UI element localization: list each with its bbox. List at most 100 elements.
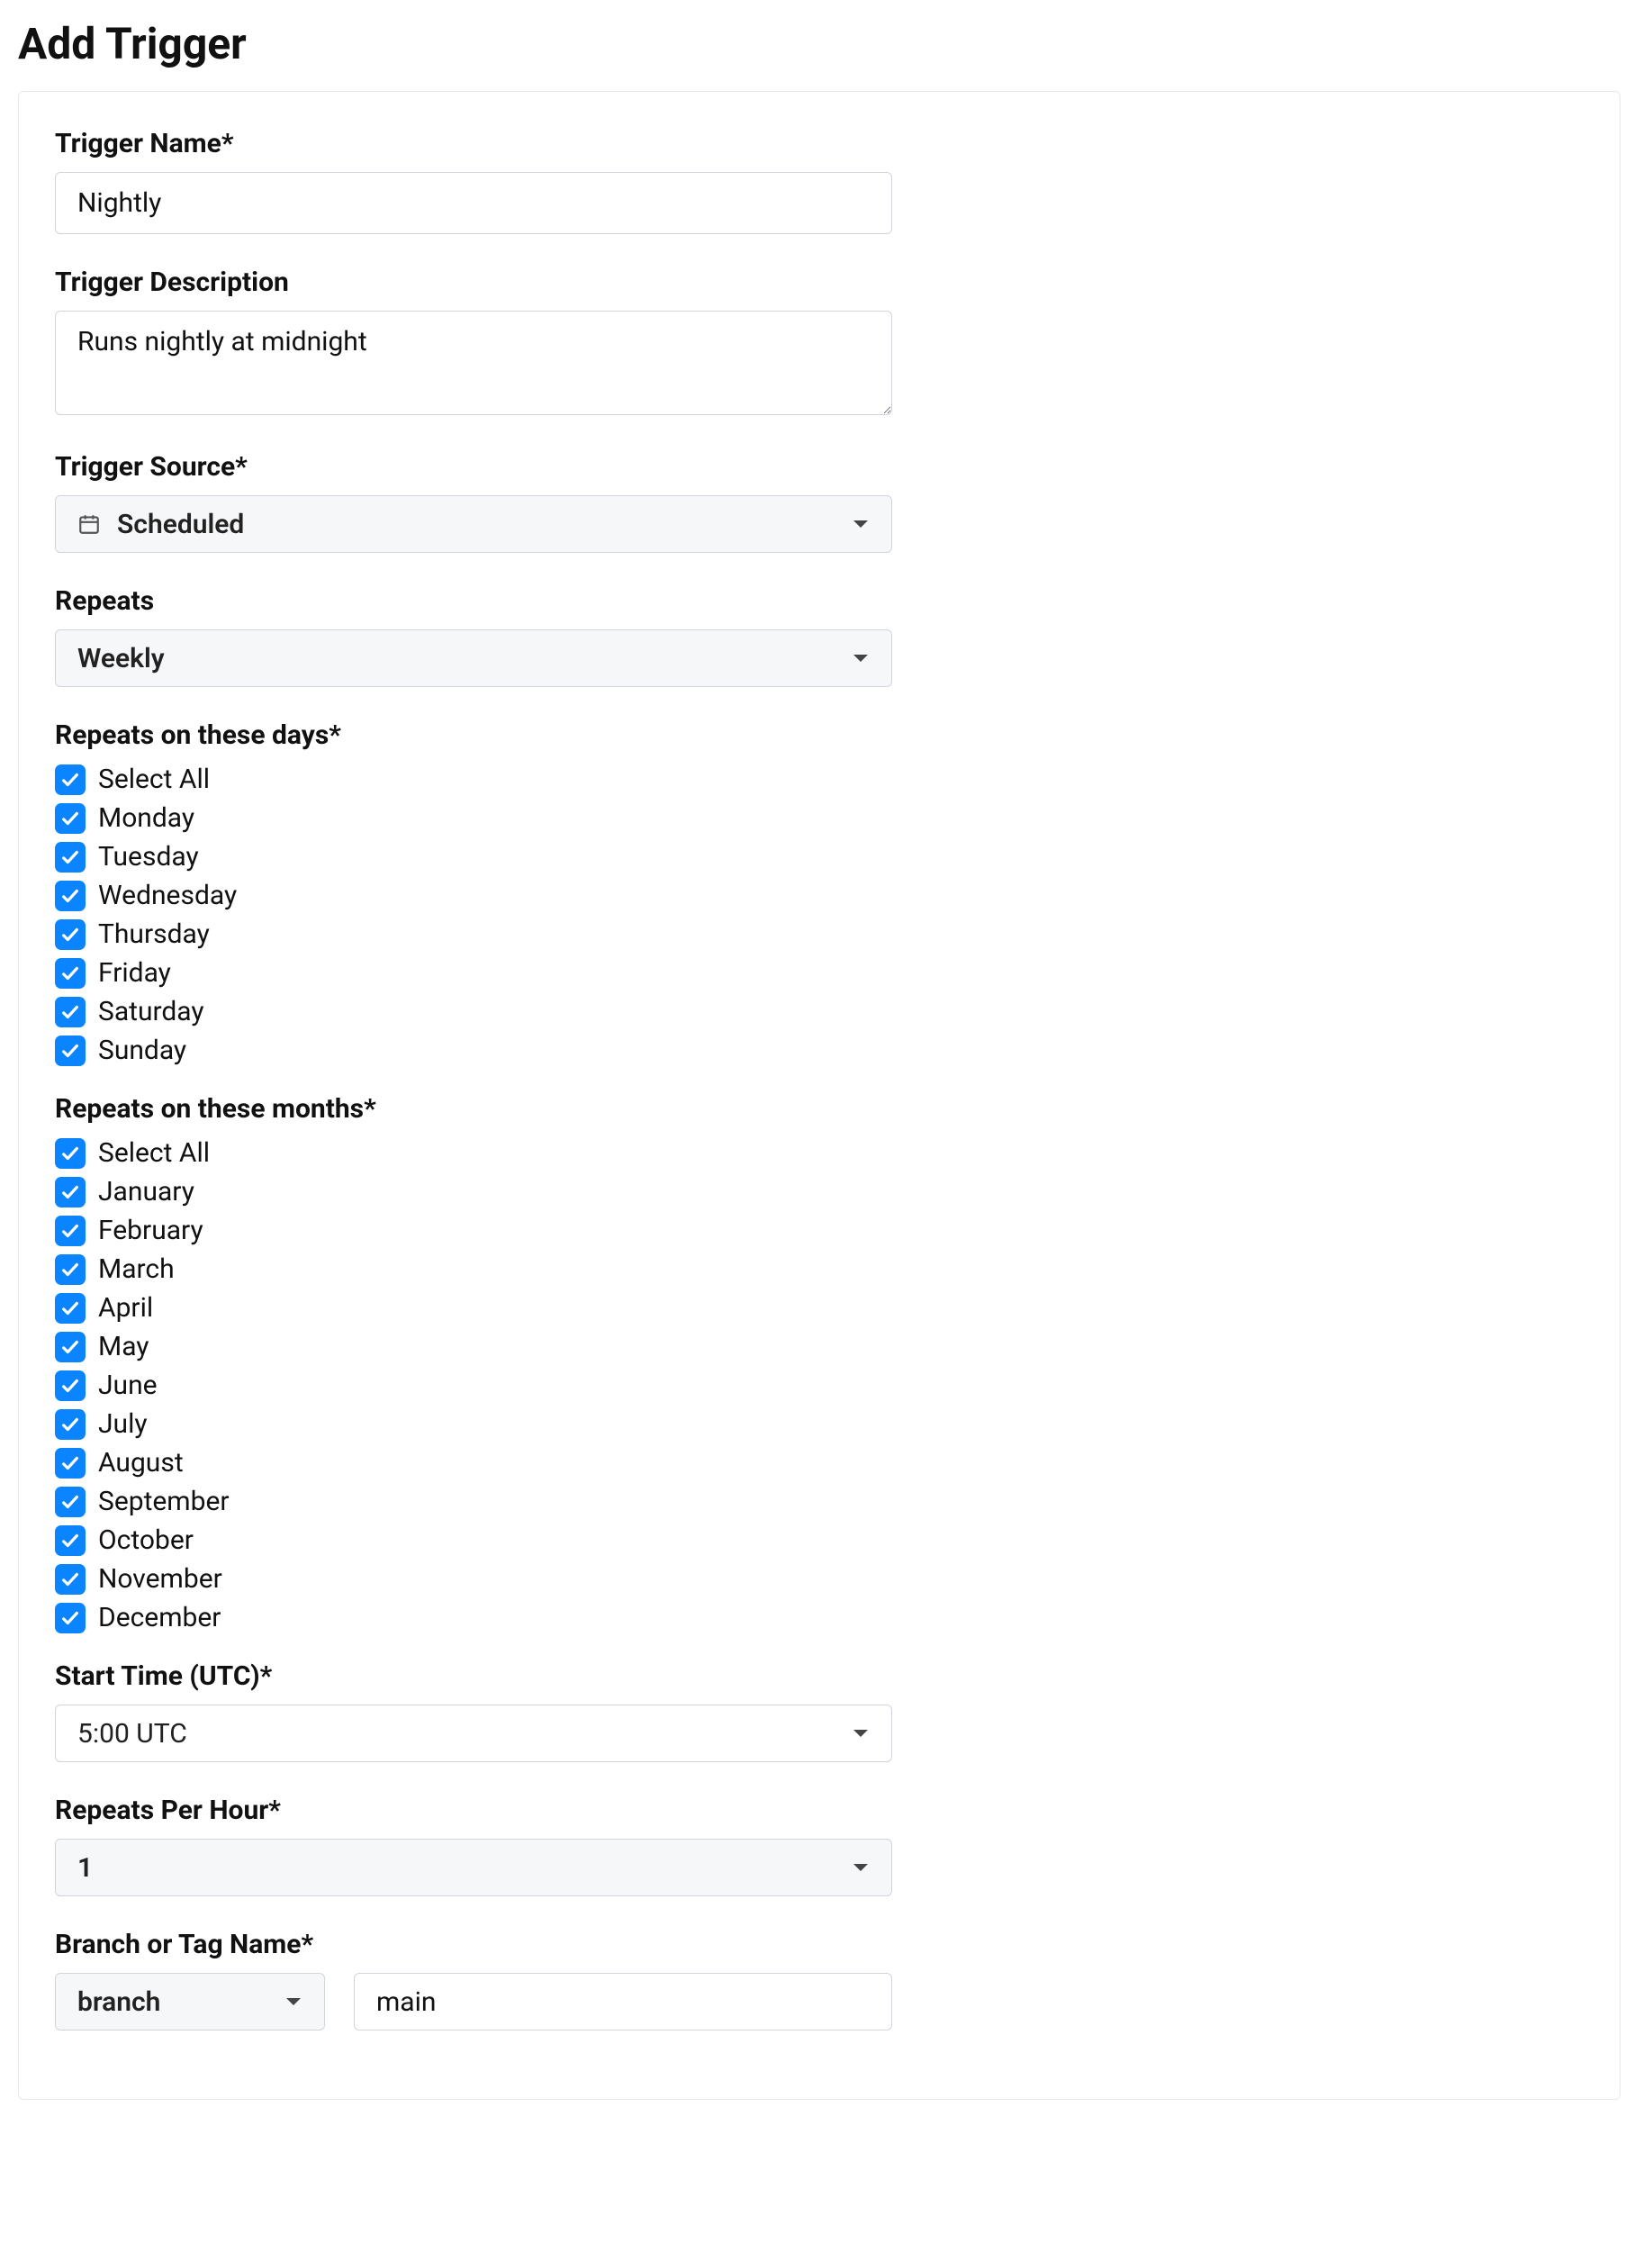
month-checkbox[interactable] [55, 1564, 86, 1595]
start-time-label: Start Time (UTC)* [55, 1660, 1584, 1692]
month-label: November [98, 1563, 222, 1595]
month-row: April [55, 1292, 1584, 1324]
day-row: Monday [55, 802, 1584, 834]
day-checkbox[interactable] [55, 881, 86, 911]
day-checkbox[interactable] [55, 919, 86, 950]
month-row: March [55, 1253, 1584, 1285]
day-row: Wednesday [55, 880, 1584, 911]
day-checkbox[interactable] [55, 842, 86, 873]
trigger-source-group: Trigger Source* Scheduled [55, 451, 1584, 553]
start-time-select[interactable]: 5:00 UTC [55, 1705, 892, 1762]
month-checkbox[interactable] [55, 1216, 86, 1246]
branch-or-tag-label: Branch or Tag Name* [55, 1929, 1584, 1960]
repeats-per-hour-label: Repeats Per Hour* [55, 1795, 1584, 1826]
day-label: Saturday [98, 996, 204, 1027]
trigger-description-label: Trigger Description [55, 267, 1584, 298]
month-row: September [55, 1486, 1584, 1517]
day-row: Sunday [55, 1035, 1584, 1066]
day-label: Wednesday [98, 880, 237, 911]
month-label: March [98, 1253, 175, 1285]
chevron-down-icon [852, 519, 870, 529]
month-label: December [98, 1602, 221, 1633]
month-label: October [98, 1524, 194, 1556]
month-label: April [98, 1292, 153, 1324]
month-label: Select All [98, 1137, 210, 1169]
repeats-months-group: Repeats on these months* Select All Janua… [55, 1093, 1584, 1633]
repeats-months-label: Repeats on these months* [55, 1093, 1584, 1125]
trigger-description-input[interactable] [55, 311, 892, 415]
repeats-label: Repeats [55, 585, 1584, 617]
start-time-group: Start Time (UTC)* 5:00 UTC [55, 1660, 1584, 1762]
days-checklist: Select All Monday Tuesday Wednesday Thursday… [55, 764, 1584, 1066]
month-label: June [98, 1370, 158, 1401]
branch-type-select[interactable]: branch [55, 1973, 325, 2030]
month-checkbox[interactable] [55, 1525, 86, 1556]
month-row: December [55, 1602, 1584, 1633]
month-checkbox[interactable] [55, 1409, 86, 1440]
day-checkbox[interactable] [55, 803, 86, 834]
repeats-select[interactable]: Weekly [55, 629, 892, 687]
month-row: February [55, 1215, 1584, 1246]
day-row: Friday [55, 957, 1584, 989]
chevron-down-icon [852, 1728, 870, 1739]
day-label: Select All [98, 764, 210, 795]
trigger-name-label: Trigger Name* [55, 128, 1584, 159]
chevron-down-icon [852, 653, 870, 664]
repeats-days-label: Repeats on these days* [55, 719, 1584, 751]
repeats-per-hour-group: Repeats Per Hour* 1 [55, 1795, 1584, 1896]
month-label: September [98, 1486, 230, 1517]
month-row: Select All [55, 1137, 1584, 1169]
month-label: July [98, 1408, 148, 1440]
month-row: January [55, 1176, 1584, 1207]
month-row: October [55, 1524, 1584, 1556]
month-checkbox[interactable] [55, 1487, 86, 1517]
months-checklist: Select All January February March April May Ju… [55, 1137, 1584, 1633]
repeats-group: Repeats Weekly [55, 585, 1584, 687]
trigger-description-group: Trigger Description [55, 267, 1584, 419]
branch-or-tag-group: Branch or Tag Name* branch [55, 1929, 1584, 2030]
day-row: Select All [55, 764, 1584, 795]
month-row: August [55, 1447, 1584, 1479]
month-checkbox[interactable] [55, 1254, 86, 1285]
month-row: July [55, 1408, 1584, 1440]
month-row: May [55, 1331, 1584, 1362]
calendar-icon [77, 512, 101, 536]
month-label: August [98, 1447, 184, 1479]
repeats-days-group: Repeats on these days* Select All Monday T… [55, 719, 1584, 1066]
day-checkbox[interactable] [55, 1036, 86, 1066]
month-checkbox[interactable] [55, 1332, 86, 1362]
day-label: Sunday [98, 1035, 186, 1066]
chevron-down-icon [284, 1996, 302, 2007]
day-label: Friday [98, 957, 171, 989]
trigger-name-group: Trigger Name* [55, 128, 1584, 234]
month-label: May [98, 1331, 149, 1362]
month-checkbox[interactable] [55, 1138, 86, 1169]
form-card: Trigger Name* Trigger Description Trigge… [18, 91, 1620, 2100]
repeats-per-hour-select[interactable]: 1 [55, 1839, 892, 1896]
day-checkbox[interactable] [55, 958, 86, 989]
month-row: June [55, 1370, 1584, 1401]
repeats-per-hour-value: 1 [77, 1852, 93, 1884]
month-checkbox[interactable] [55, 1293, 86, 1324]
day-label: Thursday [98, 918, 210, 950]
trigger-source-value: Scheduled [117, 509, 244, 540]
month-checkbox[interactable] [55, 1370, 86, 1401]
day-row: Tuesday [55, 841, 1584, 873]
trigger-name-input[interactable] [55, 172, 892, 234]
day-checkbox[interactable] [55, 997, 86, 1027]
chevron-down-icon [852, 1862, 870, 1873]
day-checkbox[interactable] [55, 764, 86, 795]
month-checkbox[interactable] [55, 1177, 86, 1207]
branch-type-value: branch [77, 1986, 160, 2018]
month-checkbox[interactable] [55, 1603, 86, 1633]
day-label: Monday [98, 802, 194, 834]
start-time-value: 5:00 UTC [77, 1718, 187, 1750]
trigger-source-select[interactable]: Scheduled [55, 495, 892, 553]
page-title: Add Trigger [18, 18, 1634, 69]
month-row: November [55, 1563, 1584, 1595]
month-checkbox[interactable] [55, 1448, 86, 1479]
branch-name-input[interactable] [354, 1973, 892, 2030]
day-label: Tuesday [98, 841, 199, 873]
day-row: Thursday [55, 918, 1584, 950]
month-label: January [98, 1176, 194, 1207]
